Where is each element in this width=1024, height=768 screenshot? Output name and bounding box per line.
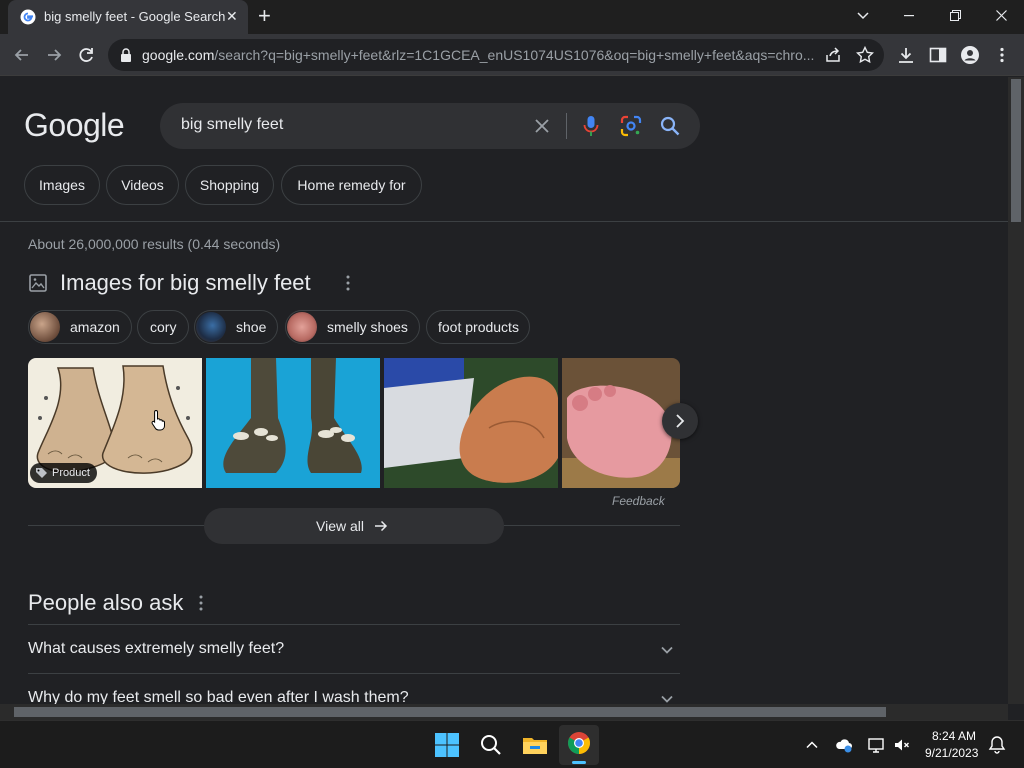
onedrive-icon[interactable] bbox=[835, 736, 853, 754]
filter-chip-images[interactable]: Images bbox=[24, 165, 100, 205]
related-chip-label: shoe bbox=[236, 319, 267, 335]
paa-question: What causes extremely smelly feet? bbox=[28, 640, 285, 657]
url-host: google.com bbox=[142, 47, 215, 63]
header-divider bbox=[0, 221, 1008, 222]
arrow-right-icon bbox=[375, 520, 388, 532]
restore-icon[interactable] bbox=[940, 5, 970, 27]
related-chip-label: cory bbox=[150, 319, 177, 335]
menu-kebab-icon[interactable] bbox=[993, 46, 1011, 64]
forward-arrow-icon[interactable] bbox=[43, 44, 65, 66]
search-results-page: Google big smelly feet Images Videos Sho… bbox=[0, 77, 1008, 704]
microphone-icon[interactable] bbox=[582, 115, 600, 137]
minimize-icon[interactable] bbox=[894, 5, 924, 27]
search-divider bbox=[566, 113, 567, 139]
view-all-button[interactable]: View all bbox=[204, 508, 504, 544]
image-result-sole-foot[interactable] bbox=[384, 358, 558, 488]
chip-thumbnail bbox=[287, 312, 317, 342]
new-tab-icon[interactable]: + bbox=[258, 5, 271, 27]
related-chip-shoe[interactable]: shoe bbox=[194, 310, 278, 344]
window-close-icon[interactable] bbox=[986, 5, 1016, 27]
product-badge-label: Product bbox=[52, 467, 90, 479]
file-explorer-icon[interactable] bbox=[519, 729, 551, 761]
reload-icon[interactable] bbox=[75, 44, 97, 66]
google-logo[interactable]: Google bbox=[24, 107, 125, 144]
image-carousel-next-button[interactable] bbox=[662, 403, 698, 439]
address-bar[interactable]: google.com/search?q=big+smelly+feet&rlz=… bbox=[108, 39, 884, 71]
related-chip-foot-products[interactable]: foot products bbox=[426, 310, 530, 344]
profile-avatar-icon[interactable] bbox=[961, 46, 979, 64]
google-lens-icon[interactable] bbox=[620, 115, 642, 137]
vertical-scroll-thumb[interactable] bbox=[1011, 79, 1021, 222]
network-icon[interactable] bbox=[867, 736, 885, 754]
result-stats: About 26,000,000 results (0.44 seconds) bbox=[28, 236, 281, 252]
search-icon[interactable] bbox=[659, 115, 681, 137]
view-all-label: View all bbox=[316, 518, 364, 534]
chevron-up-icon[interactable] bbox=[805, 738, 819, 752]
product-badge: Product bbox=[30, 463, 97, 483]
chevron-down-icon bbox=[661, 646, 673, 654]
chip-thumbnail bbox=[196, 312, 226, 342]
clock-date[interactable]: 9/21/2023 bbox=[925, 746, 978, 760]
filter-chip-home-remedy[interactable]: Home remedy for bbox=[281, 165, 422, 205]
back-arrow-icon[interactable] bbox=[11, 44, 33, 66]
related-chip-cory[interactable]: cory bbox=[137, 310, 189, 344]
horizontal-scrollbar[interactable] bbox=[0, 704, 1008, 720]
filter-chip-shopping[interactable]: Shopping bbox=[185, 165, 274, 205]
filter-chip-videos[interactable]: Videos bbox=[106, 165, 179, 205]
paa-question: Why do my feet smell so bad even after I… bbox=[28, 689, 409, 704]
tab-search-chevron-icon[interactable] bbox=[848, 5, 878, 27]
chrome-taskbar-app[interactable] bbox=[559, 725, 599, 765]
notification-bell-icon[interactable] bbox=[988, 735, 1006, 755]
download-icon[interactable] bbox=[897, 46, 915, 64]
image-icon bbox=[29, 274, 47, 292]
people-also-ask-heading: People also ask bbox=[28, 590, 184, 615]
url-text[interactable]: google.com/search?q=big+smelly+feet&rlz=… bbox=[142, 47, 814, 63]
lock-icon[interactable] bbox=[120, 48, 132, 62]
chevron-down-icon bbox=[661, 695, 673, 703]
feedback-link[interactable]: Feedback bbox=[612, 494, 665, 508]
side-panel-icon[interactable] bbox=[929, 46, 947, 64]
more-options-icon[interactable] bbox=[197, 594, 205, 612]
paa-question-row[interactable]: Why do my feet smell so bad even after I… bbox=[28, 673, 680, 704]
chrome-icon bbox=[568, 732, 590, 754]
tag-icon bbox=[36, 468, 47, 478]
google-favicon-icon bbox=[20, 9, 36, 25]
image-result-mushroom-feet[interactable] bbox=[206, 358, 380, 488]
related-chip-label: foot products bbox=[438, 319, 519, 335]
mushroom-feet-image bbox=[206, 358, 380, 488]
windows-taskbar: 8:24 AM 9/21/2023 bbox=[0, 720, 1024, 768]
search-query-input[interactable]: big smelly feet bbox=[181, 116, 283, 134]
volume-muted-icon[interactable] bbox=[893, 736, 911, 754]
url-path: /search?q=big+smelly+feet&rlz=1C1GCEA_en… bbox=[214, 47, 814, 63]
images-heading[interactable]: Images for big smelly feet bbox=[60, 270, 311, 296]
clock-time[interactable]: 8:24 AM bbox=[932, 729, 976, 743]
tab-close-icon[interactable]: ✕ bbox=[226, 8, 238, 25]
active-app-indicator bbox=[572, 761, 586, 764]
related-chip-label: amazon bbox=[70, 319, 120, 335]
paa-question-row[interactable]: What causes extremely smelly feet? bbox=[28, 624, 680, 673]
related-chip-label: smelly shoes bbox=[327, 319, 408, 335]
chip-thumbnail bbox=[30, 312, 60, 342]
hand-cursor-icon bbox=[151, 409, 165, 431]
taskbar-search-icon[interactable] bbox=[475, 729, 507, 761]
tab-active[interactable]: big smelly feet - Google Search ✕ bbox=[8, 0, 248, 34]
tab-title: big smelly feet - Google Search bbox=[44, 9, 226, 24]
tab-strip: big smelly feet - Google Search ✕ + bbox=[0, 0, 1024, 34]
clear-search-icon[interactable] bbox=[532, 116, 552, 136]
sole-foot-image bbox=[384, 358, 558, 488]
more-options-icon[interactable] bbox=[344, 274, 352, 292]
bookmark-star-icon[interactable] bbox=[856, 46, 874, 64]
horizontal-scroll-thumb[interactable] bbox=[14, 707, 886, 717]
vertical-scrollbar[interactable] bbox=[1008, 77, 1024, 704]
windows-start-icon[interactable] bbox=[431, 729, 463, 761]
related-chip-amazon[interactable]: amazon bbox=[28, 310, 132, 344]
search-box[interactable]: big smelly feet bbox=[160, 103, 700, 149]
chevron-right-icon bbox=[676, 414, 685, 428]
related-chip-smelly-shoes[interactable]: smelly shoes bbox=[285, 310, 420, 344]
browser-toolbar: google.com/search?q=big+smelly+feet&rlz=… bbox=[0, 34, 1024, 76]
share-icon[interactable] bbox=[824, 46, 842, 64]
